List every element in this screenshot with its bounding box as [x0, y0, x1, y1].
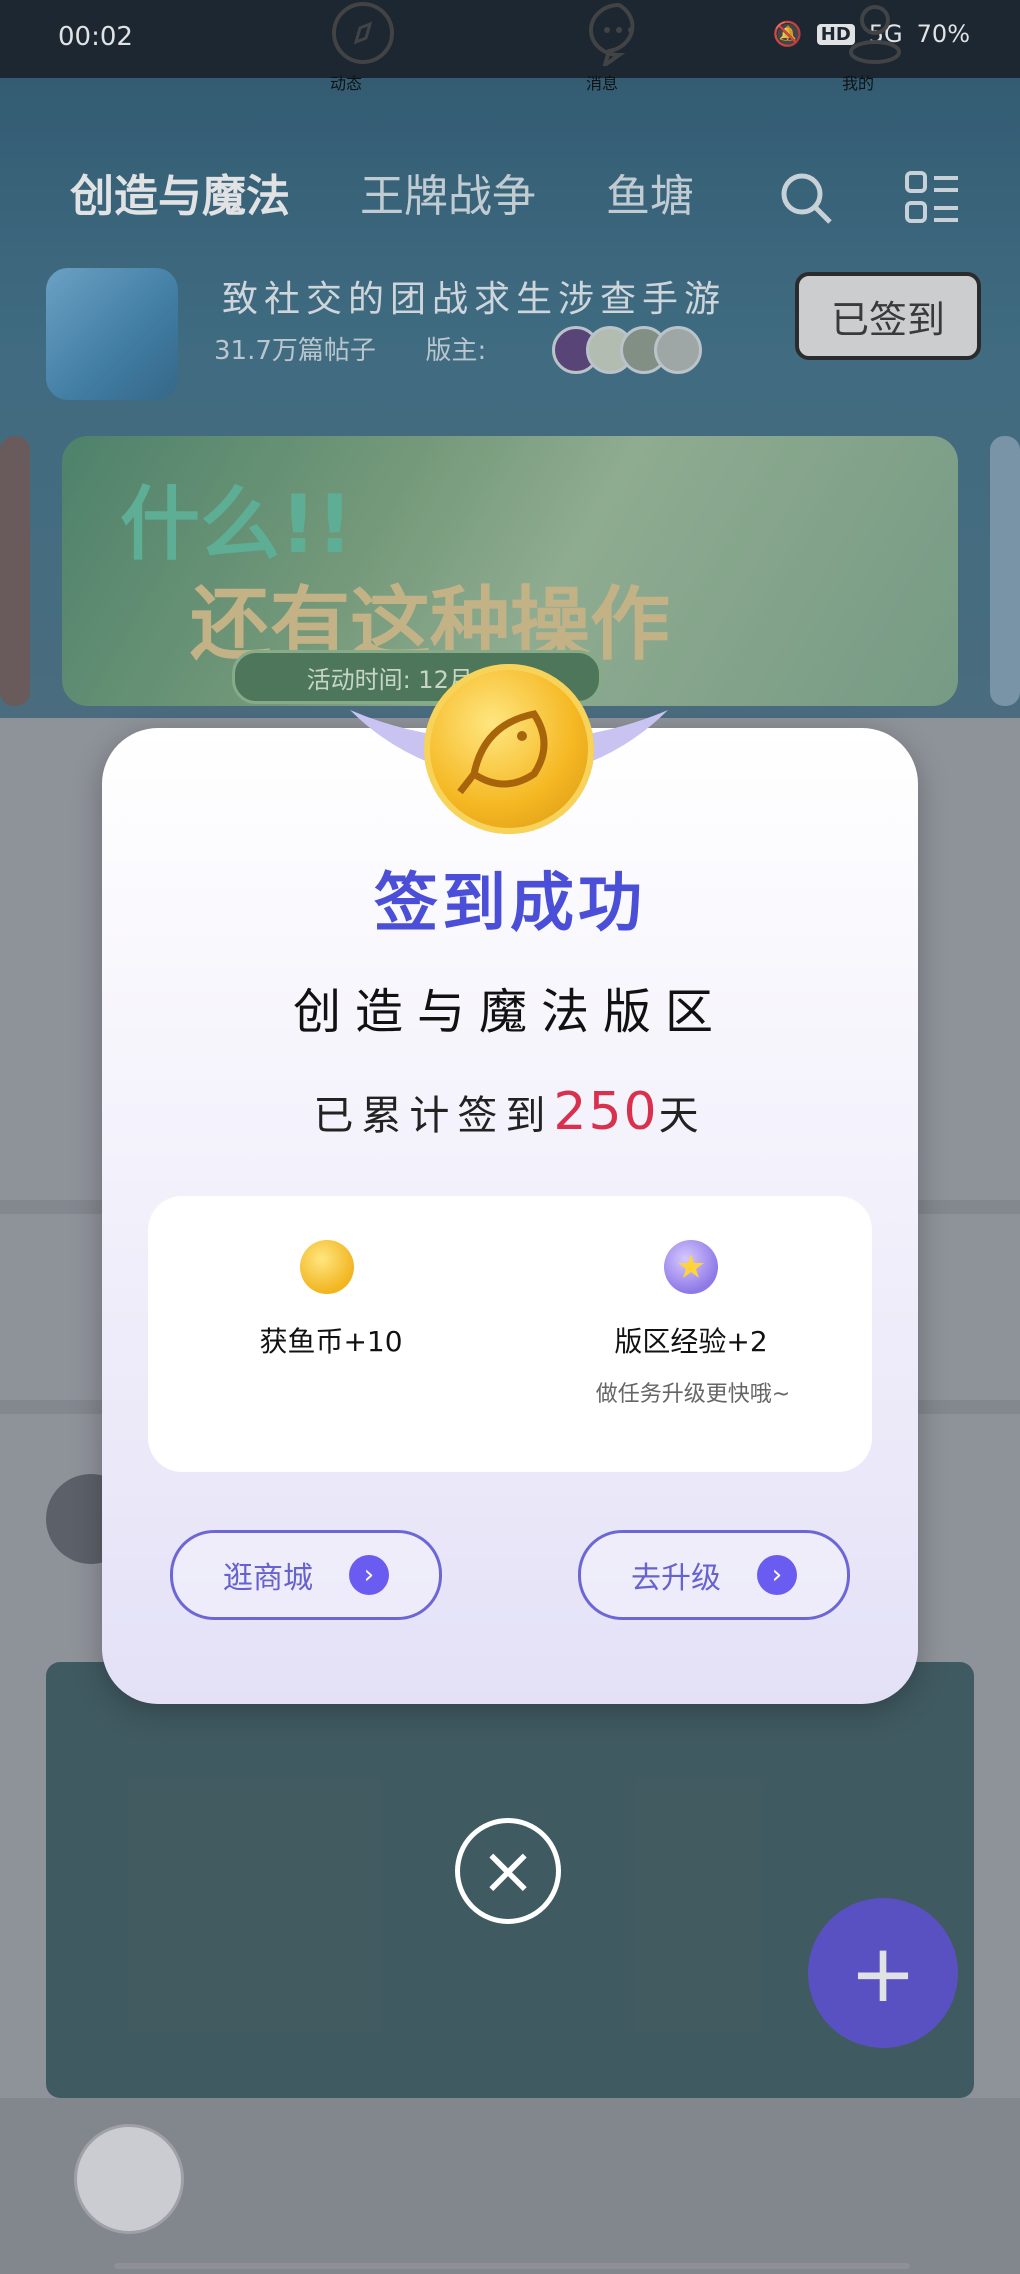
arrow-right-icon: › — [757, 1555, 797, 1595]
streak-prefix: 已累计签到 — [313, 1093, 554, 1139]
dialog-title: 签到成功 — [374, 867, 646, 941]
fish-coin-icon — [424, 664, 594, 834]
region-name: 创造与魔法版区 — [292, 984, 727, 1040]
shop-button-label: 逛商城 — [223, 1561, 313, 1596]
upgrade-button[interactable]: 去升级 › — [578, 1530, 850, 1620]
experience-medal-icon — [664, 1240, 718, 1294]
reward-coin-label: 获鱼币+10 — [259, 1325, 403, 1358]
upgrade-button-label: 去升级 — [631, 1561, 721, 1596]
streak-text: 已累计签到250天 — [102, 1082, 918, 1142]
shop-button[interactable]: 逛商城 › — [170, 1530, 442, 1620]
reward-hint: 做任务升级更快哦~ — [595, 1382, 791, 1407]
streak-count: 250 — [553, 1082, 659, 1142]
streak-suffix: 天 — [658, 1093, 707, 1139]
fish-coin-reward-icon — [300, 1240, 354, 1294]
close-icon[interactable]: × — [455, 1818, 561, 1924]
arrow-right-icon: › — [349, 1555, 389, 1595]
reward-exp-label: 版区经验+2 — [614, 1325, 768, 1358]
